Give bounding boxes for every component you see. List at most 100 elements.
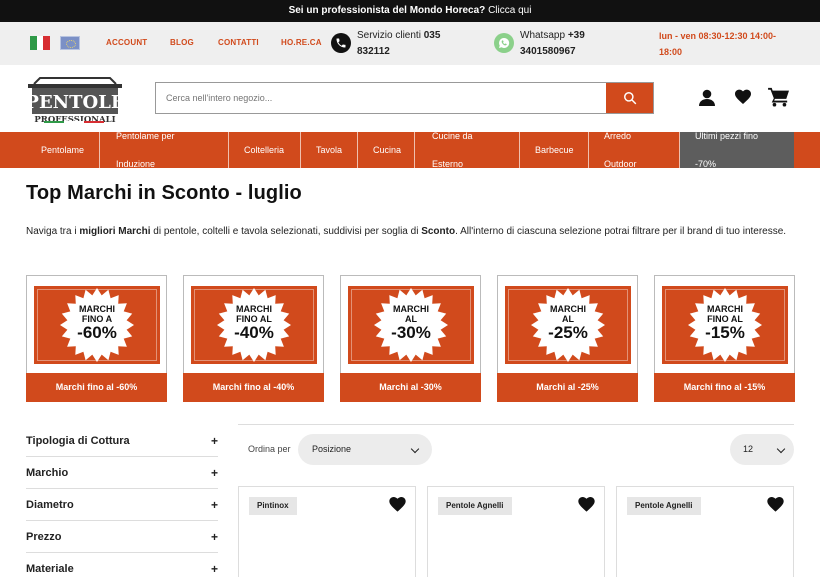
heart-icon[interactable] (578, 497, 595, 512)
filter-label: Diametro (26, 499, 74, 511)
nav-coltelleria[interactable]: Coltelleria (229, 132, 301, 168)
nav-label: Cucina (373, 145, 402, 155)
site-header: PENTOLE PROFESSIONALI (0, 65, 820, 132)
plus-icon: + (210, 434, 218, 448)
nav-pentolame-induzione[interactable]: Pentolame per Induzione (100, 131, 229, 169)
nav-label: Esterno (432, 159, 464, 169)
discount-card[interactable]: MARCHI FINO AL -15% Marchi fino al -15% (654, 275, 795, 402)
svg-text:PENTOLE: PENTOLE (26, 92, 124, 113)
italian-flag-icon[interactable] (30, 36, 51, 50)
product-card[interactable]: Pentole Agnelli (427, 486, 605, 577)
customer-service[interactable]: Servizio clienti 035 832112 (357, 28, 440, 60)
search-input[interactable] (156, 83, 596, 113)
discount-card[interactable]: MARCHI AL -30% Marchi al -30% (340, 275, 481, 402)
discount-banner: MARCHI FINO AL -15% (662, 286, 788, 364)
discount-banner: MARCHI FINO AL -40% (191, 286, 317, 364)
nav-tavola[interactable]: Tavola (301, 132, 358, 168)
search-box (155, 82, 654, 114)
product-card[interactable]: Pintinox (238, 486, 416, 577)
filter-label: Tipologia di Cottura (26, 435, 130, 447)
nav-label: Pentolame per (116, 131, 175, 141)
account-icon[interactable] (699, 89, 715, 107)
site-logo[interactable]: PENTOLE PROFESSIONALI (25, 74, 125, 125)
nav-cucine-esterno[interactable]: Cucine da Esterno (415, 131, 520, 169)
brand-tag: Pentole Agnelli (438, 497, 512, 515)
nav-label: Arredo (604, 131, 632, 141)
discount-card[interactable]: MARCHI AL -25% Marchi al -25% (497, 275, 638, 402)
wishlist-icon[interactable] (735, 89, 751, 105)
badge-heading: MARCHI FINO AL (707, 304, 743, 324)
filter-label: Materiale (26, 563, 74, 575)
discount-banner: MARCHI AL -25% (505, 286, 631, 364)
badge-percent: -25% (548, 323, 588, 342)
opening-hours: lun - ven 08:30-12:30 14:00- 18:00 (659, 28, 789, 60)
announcement-link[interactable]: Clicca qui (488, 5, 531, 16)
plus-icon: + (210, 466, 218, 480)
blog-link[interactable]: BLOG (170, 38, 194, 47)
per-page-value: 12 (743, 444, 754, 454)
filter-tipologia-cottura[interactable]: Tipologia di Cottura + (26, 425, 218, 457)
badge-percent: -60% (77, 323, 117, 342)
discount-button[interactable]: Marchi al -25% (497, 373, 638, 402)
chevron-down-icon (776, 444, 786, 454)
per-page-select[interactable]: 12 (730, 434, 794, 465)
nav-label: Cucine da (432, 131, 473, 141)
heart-icon[interactable] (389, 497, 406, 512)
nav-label: Outdoor (604, 159, 637, 169)
announcement-bar[interactable]: Sei un professionista del Mondo Horeca? … (0, 0, 820, 22)
badge-heading: MARCHI AL (550, 304, 586, 324)
nav-ultimi-pezzi[interactable]: Ultimi pezzi fino -70% (680, 131, 794, 169)
info-bar: ACCOUNT BLOG CONTATTI HO.RE.CA Servizio … (0, 22, 820, 65)
badge-percent: -40% (234, 323, 274, 342)
main-nav: Pentolame Pentolame per Induzione Coltell… (0, 131, 820, 169)
nav-label: -70% (695, 159, 717, 169)
page-intro: Naviga tra i migliori Marchi di pentole,… (26, 224, 796, 240)
intro-bold: migliori Marchi (79, 226, 151, 237)
horeca-link[interactable]: HO.RE.CA (281, 38, 322, 47)
discount-button[interactable]: Marchi fino al -40% (183, 373, 324, 402)
badge-heading: MARCHI FINO A (79, 304, 115, 324)
plus-icon: + (210, 530, 218, 544)
page-title: Top Marchi in Sconto - luglio (26, 182, 302, 204)
discount-card[interactable]: MARCHI FINO A -60% Marchi fino al -60% (26, 275, 167, 402)
nav-label: Tavola (316, 145, 343, 155)
nav-pentolame[interactable]: Pentolame (0, 132, 100, 168)
badge-percent: -15% (705, 323, 745, 342)
discount-banner: MARCHI FINO A -60% (34, 286, 160, 364)
intro-text: Naviga tra i (26, 226, 80, 237)
discount-button[interactable]: Marchi fino al -60% (26, 373, 167, 402)
hours-line-2: 18:00 (659, 47, 683, 57)
discount-card[interactable]: MARCHI FINO AL -40% Marchi fino al -40% (183, 275, 324, 402)
filter-materiale[interactable]: Materiale + (26, 553, 218, 577)
whatsapp-icon (494, 33, 514, 53)
nav-label: Induzione (116, 159, 156, 169)
nav-label: Pentolame (41, 145, 85, 155)
product-card[interactable]: Pentole Agnelli (616, 486, 794, 577)
filter-marchio[interactable]: Marchio + (26, 457, 218, 489)
eu-flag-icon[interactable] (60, 36, 80, 50)
nav-label: Barbecue (535, 145, 574, 155)
whatsapp-contact[interactable]: Whatsapp +39 3401580967 (520, 28, 585, 60)
search-icon (623, 92, 636, 105)
filter-sidebar: Tipologia di Cottura + Marchio + Diametro +… (26, 425, 218, 577)
discount-button[interactable]: Marchi fino al -15% (654, 373, 795, 402)
cart-icon[interactable] (768, 87, 790, 107)
service-number-b: 832112 (357, 46, 390, 57)
whatsapp-number-a: +39 (567, 30, 585, 41)
intro-text: . All'interno di ciascuna selezione potr… (455, 226, 787, 237)
badge-percent: -30% (391, 323, 431, 342)
contatti-link[interactable]: CONTATTI (218, 38, 259, 47)
filter-prezzo[interactable]: Prezzo + (26, 521, 218, 553)
nav-cucina[interactable]: Cucina (358, 132, 415, 168)
account-link[interactable]: ACCOUNT (106, 38, 147, 47)
nav-label: Coltelleria (244, 145, 285, 155)
search-button[interactable] (606, 83, 653, 113)
nav-barbecue[interactable]: Barbecue (520, 132, 589, 168)
service-number-a: 035 (423, 30, 441, 41)
filter-diametro[interactable]: Diametro + (26, 489, 218, 521)
discount-button[interactable]: Marchi al -30% (340, 373, 481, 402)
plus-icon: + (210, 562, 218, 576)
sort-select[interactable]: Posizione (298, 434, 432, 465)
heart-icon[interactable] (767, 497, 784, 512)
nav-arredo-outdoor[interactable]: Arredo Outdoor (589, 131, 680, 169)
